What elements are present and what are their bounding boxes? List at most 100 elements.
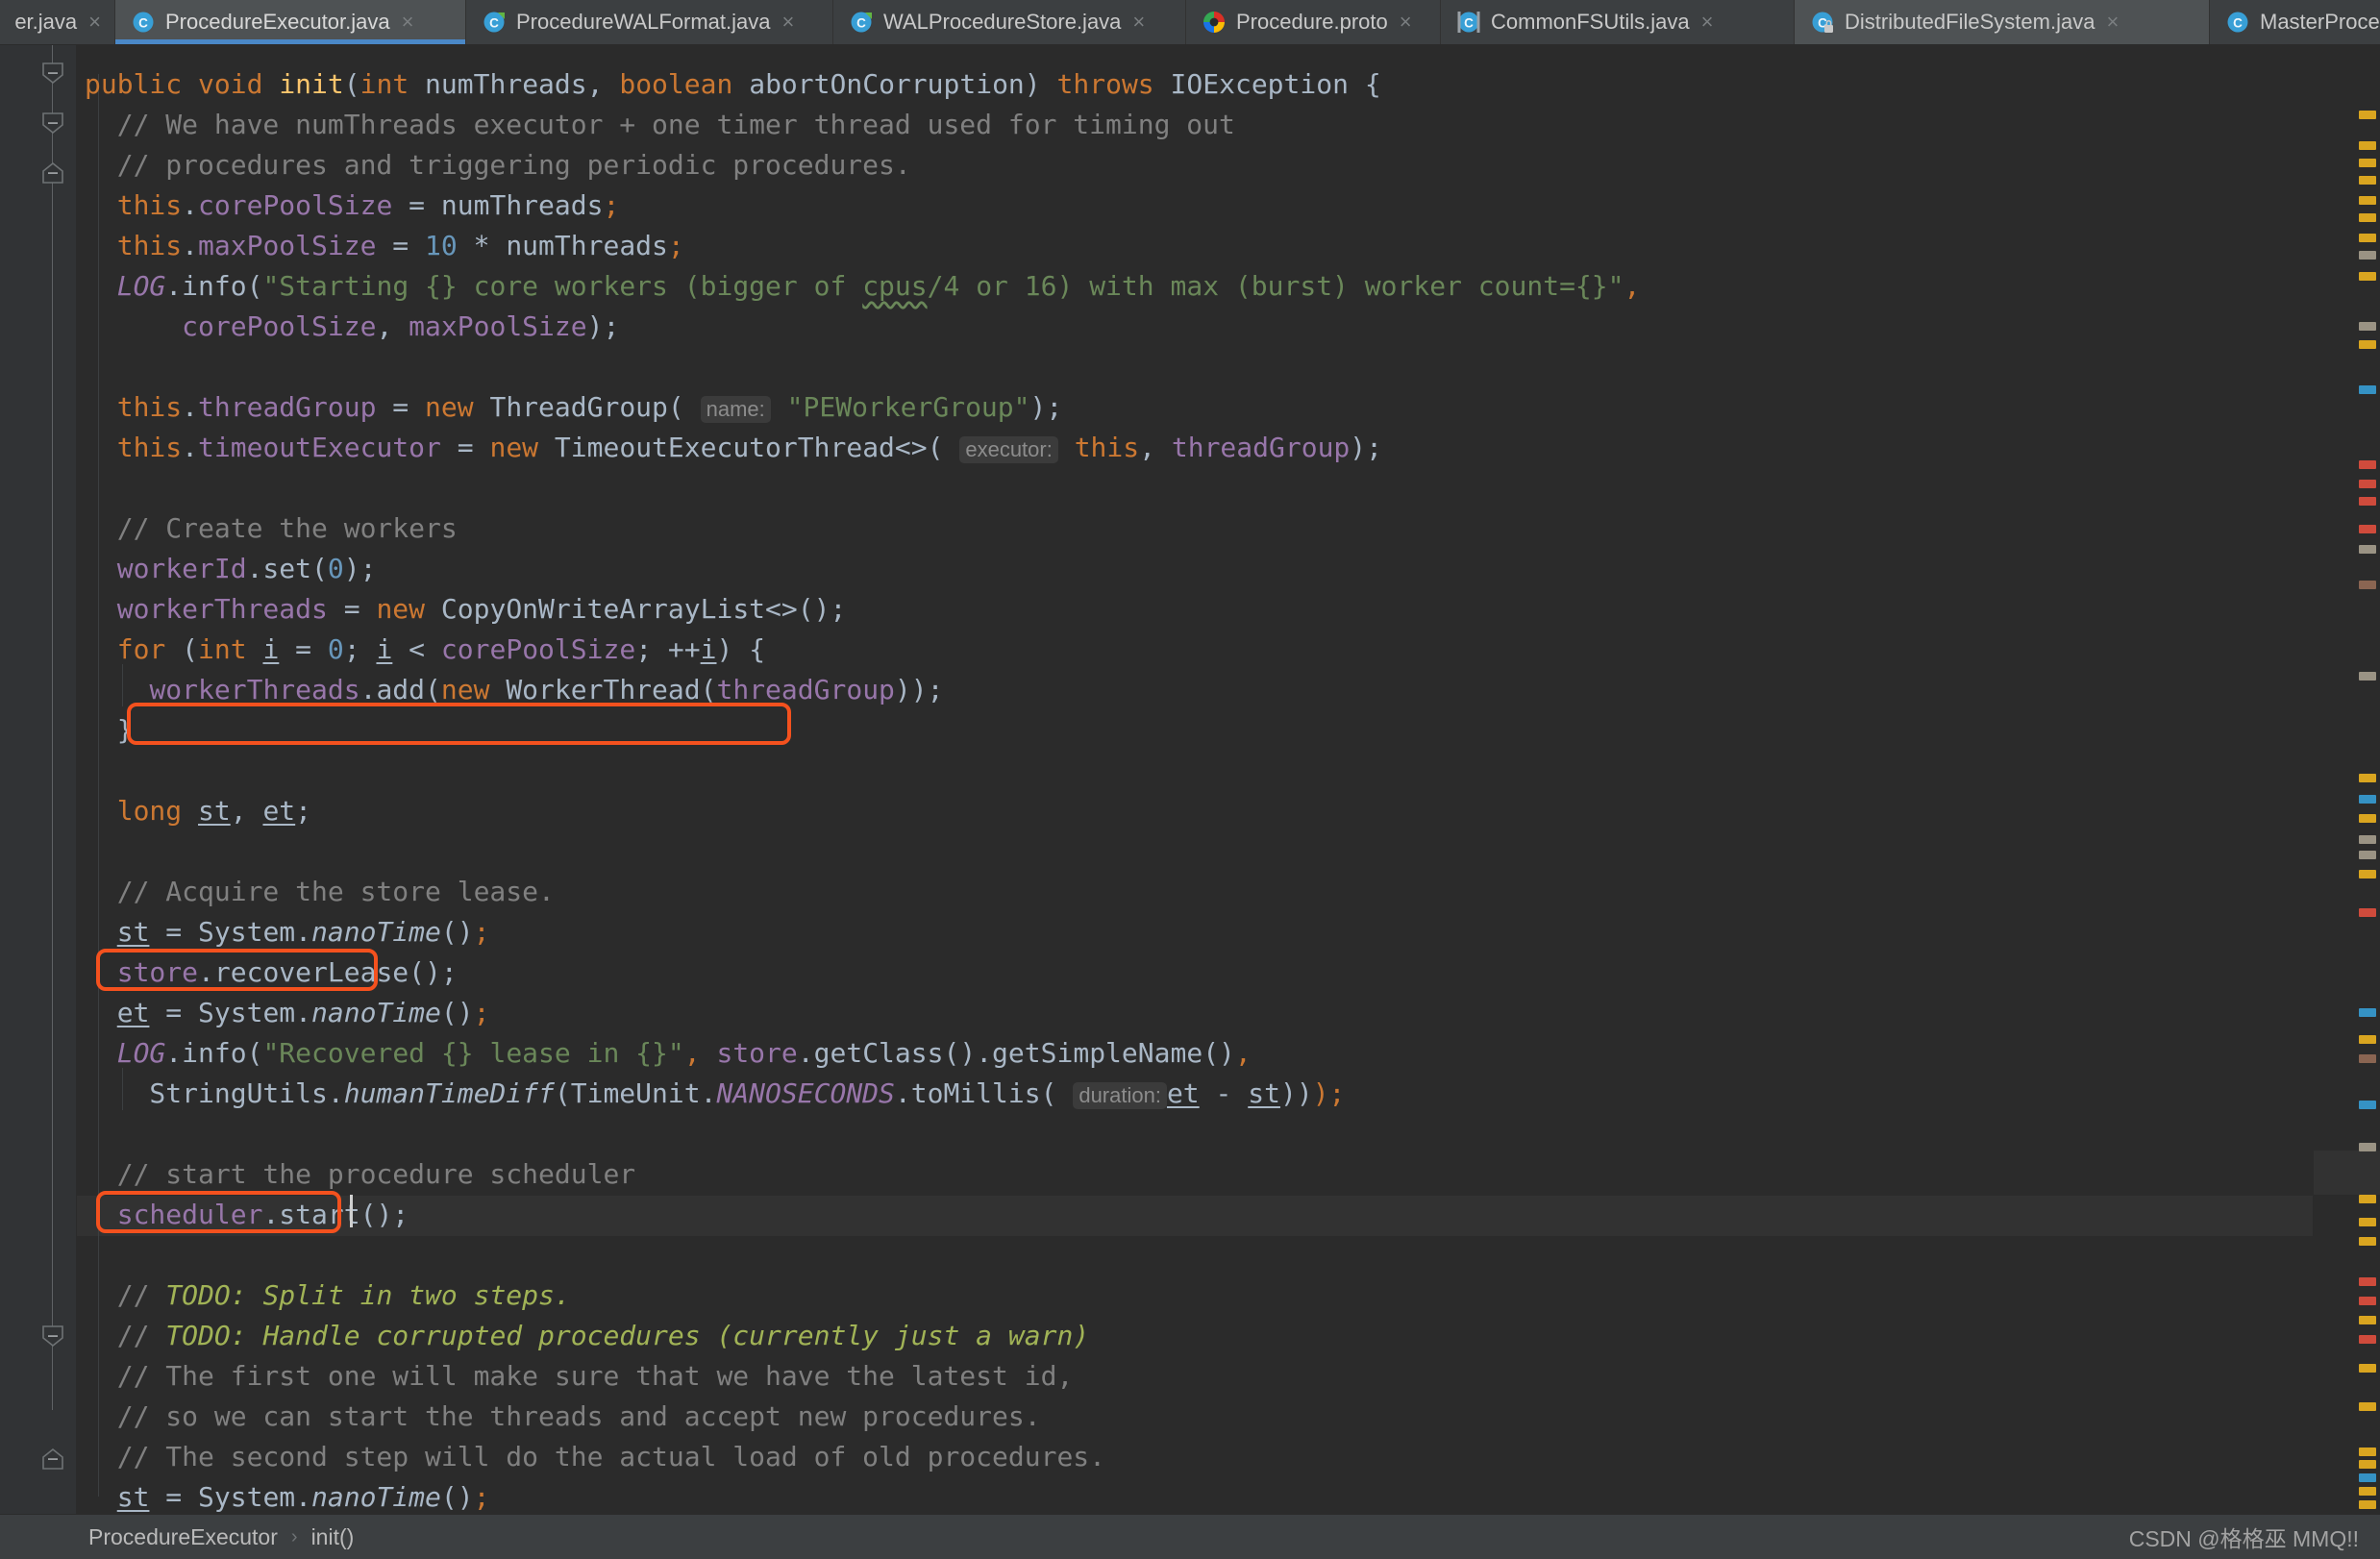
close-icon[interactable]: × bbox=[87, 12, 101, 33]
editor-gutter[interactable] bbox=[0, 45, 77, 1514]
code-line[interactable]: LOG.info("Starting {} core workers (bigg… bbox=[85, 266, 1640, 307]
code-line[interactable]: LOG.info("Recovered {} lease in {}", sto… bbox=[85, 1033, 1252, 1074]
error-stripe-mark[interactable] bbox=[2359, 1035, 2376, 1044]
error-stripe-mark[interactable] bbox=[2359, 581, 2376, 589]
code-line[interactable]: // We have numThreads executor + one tim… bbox=[85, 105, 1235, 145]
editor-tab-commonfsutils-java[interactable]: CCommonFSUtils.java× bbox=[1441, 0, 1795, 44]
error-stripe-mark[interactable] bbox=[2359, 1364, 2376, 1373]
code-line[interactable]: st = System.nanoTime(); bbox=[85, 1477, 489, 1514]
error-stripe-mark[interactable] bbox=[2359, 1054, 2376, 1063]
error-stripe-mark[interactable] bbox=[2359, 1460, 2376, 1469]
editor-tab-procedureexecutor-java[interactable]: CProcedureExecutor.java× bbox=[115, 0, 466, 44]
close-icon[interactable]: × bbox=[400, 12, 414, 33]
code-line[interactable]: workerThreads.add(new WorkerThread(threa… bbox=[85, 670, 944, 710]
close-icon[interactable]: × bbox=[1699, 12, 1714, 33]
close-icon[interactable]: × bbox=[2104, 12, 2119, 33]
error-stripe-mark[interactable] bbox=[2359, 159, 2376, 167]
error-stripe-mark[interactable] bbox=[2359, 795, 2376, 804]
error-stripe-mark[interactable] bbox=[2359, 814, 2376, 823]
code-line[interactable]: long st, et; bbox=[85, 791, 311, 831]
error-stripe-mark[interactable] bbox=[2359, 322, 2376, 331]
code-line[interactable]: public void init(int numThreads, boolean… bbox=[85, 64, 1381, 105]
code-line[interactable]: // The second step will do the actual lo… bbox=[85, 1437, 1105, 1477]
error-stripe-mark[interactable] bbox=[2359, 1008, 2376, 1017]
breadcrumb-item[interactable]: ProcedureExecutor bbox=[88, 1524, 278, 1550]
error-stripe-mark[interactable] bbox=[2359, 213, 2376, 222]
code-line[interactable]: for (int i = 0; i < corePoolSize; ++i) { bbox=[85, 630, 765, 670]
error-stripe-mark[interactable] bbox=[2359, 1195, 2376, 1203]
breadcrumb-item[interactable]: init() bbox=[311, 1524, 355, 1550]
close-icon[interactable]: × bbox=[781, 12, 795, 33]
code-line[interactable]: corePoolSize, maxPoolSize); bbox=[85, 307, 619, 347]
code-fold-up-icon[interactable] bbox=[42, 162, 63, 184]
error-stripe-mark[interactable] bbox=[2359, 497, 2376, 506]
code-fold-down-icon[interactable] bbox=[42, 112, 63, 134]
code-line[interactable]: st = System.nanoTime(); bbox=[85, 912, 489, 953]
error-stripe-mark[interactable] bbox=[2359, 1487, 2376, 1496]
error-stripe-mark[interactable] bbox=[2359, 340, 2376, 349]
error-stripe-mark[interactable] bbox=[2359, 835, 2376, 844]
editor-tab-procedure-proto[interactable]: Procedure.proto× bbox=[1186, 0, 1441, 44]
code-line[interactable]: StringUtils.humanTimeDiff(TimeUnit.NANOS… bbox=[85, 1074, 1345, 1114]
error-stripe-mark[interactable] bbox=[2359, 525, 2376, 533]
error-stripe-scrollbar[interactable] bbox=[2313, 45, 2380, 1514]
error-stripe-mark[interactable] bbox=[2359, 1277, 2376, 1286]
error-stripe-mark[interactable] bbox=[2359, 1335, 2376, 1344]
error-stripe-mark[interactable] bbox=[2359, 272, 2376, 281]
error-stripe-mark[interactable] bbox=[2359, 908, 2376, 917]
code-line[interactable]: scheduler.start(); bbox=[85, 1195, 409, 1235]
editor-tab-er-java[interactable]: er.java× bbox=[0, 0, 115, 44]
code-line[interactable]: // The first one will make sure that we … bbox=[85, 1356, 1073, 1397]
code-line[interactable]: } bbox=[85, 710, 134, 751]
error-stripe-mark[interactable] bbox=[2359, 111, 2376, 119]
code-line[interactable]: workerThreads = new CopyOnWriteArrayList… bbox=[85, 589, 846, 630]
code-line[interactable]: this.corePoolSize = numThreads; bbox=[85, 186, 619, 226]
error-stripe-mark[interactable] bbox=[2359, 460, 2376, 469]
error-stripe-mark[interactable] bbox=[2359, 774, 2376, 782]
code-fold-down-icon[interactable] bbox=[42, 62, 63, 84]
code-line[interactable]: this.timeoutExecutor = new TimeoutExecut… bbox=[85, 428, 1382, 468]
editor-tab-distributedfilesystem-java[interactable]: CDistributedFileSystem.java× bbox=[1795, 0, 2210, 44]
error-stripe-mark[interactable] bbox=[2359, 851, 2376, 859]
code-fold-down-icon[interactable] bbox=[42, 1325, 63, 1347]
error-stripe-mark[interactable] bbox=[2359, 672, 2376, 681]
editor-tab-procedurewalformat-java[interactable]: CProcedureWALFormat.java× bbox=[466, 0, 833, 44]
error-stripe-mark[interactable] bbox=[2359, 1473, 2376, 1482]
error-stripe-mark[interactable] bbox=[2359, 176, 2376, 185]
code-line[interactable]: this.maxPoolSize = 10 * numThreads; bbox=[85, 226, 684, 266]
error-stripe-mark[interactable] bbox=[2359, 1316, 2376, 1324]
error-stripe-mark[interactable] bbox=[2359, 1448, 2376, 1456]
code-line[interactable]: // Acquire the store lease. bbox=[85, 872, 555, 912]
error-stripe-mark[interactable] bbox=[2359, 1143, 2376, 1151]
code-line[interactable]: this.threadGroup = new ThreadGroup( name… bbox=[85, 387, 1062, 428]
code-line[interactable]: // start the procedure scheduler bbox=[85, 1154, 635, 1195]
error-stripe-mark[interactable] bbox=[2359, 1218, 2376, 1226]
editor-tab-masterprocedureenv-java[interactable]: CMasterProcedureEnv.java× bbox=[2210, 0, 2380, 44]
error-stripe-mark[interactable] bbox=[2359, 870, 2376, 878]
error-stripe-mark[interactable] bbox=[2359, 234, 2376, 242]
code-line[interactable]: // procedures and triggering periodic pr… bbox=[85, 145, 911, 186]
code-fold-up-icon[interactable] bbox=[42, 1448, 63, 1470]
code-line[interactable]: // Create the workers bbox=[85, 508, 458, 549]
error-stripe-mark[interactable] bbox=[2359, 196, 2376, 205]
error-stripe-mark[interactable] bbox=[2359, 1297, 2376, 1305]
editor-tab-bar[interactable]: er.java×CProcedureExecutor.java×CProcedu… bbox=[0, 0, 2380, 45]
error-stripe-mark[interactable] bbox=[2359, 251, 2376, 260]
error-stripe-mark[interactable] bbox=[2359, 545, 2376, 554]
close-icon[interactable]: × bbox=[1130, 12, 1145, 33]
code-line[interactable]: et = System.nanoTime(); bbox=[85, 993, 489, 1033]
error-stripe-mark[interactable] bbox=[2359, 141, 2376, 150]
error-stripe-mark[interactable] bbox=[2359, 1402, 2376, 1411]
code-line[interactable]: // so we can start the threads and accep… bbox=[85, 1397, 1041, 1437]
editor-tab-walprocedurestore-java[interactable]: CWALProcedureStore.java× bbox=[833, 0, 1186, 44]
breadcrumb[interactable]: ProcedureExecutor›init() bbox=[88, 1524, 354, 1550]
error-stripe-mark[interactable] bbox=[2359, 1237, 2376, 1246]
error-stripe-mark[interactable] bbox=[2359, 1500, 2376, 1509]
error-stripe-mark[interactable] bbox=[2359, 480, 2376, 488]
code-line[interactable]: // TODO: Handle corrupted procedures (cu… bbox=[85, 1316, 1089, 1356]
code-line[interactable]: // TODO: Split in two steps. bbox=[85, 1275, 571, 1316]
code-editor[interactable]: public void init(int numThreads, boolean… bbox=[77, 45, 2313, 1514]
close-icon[interactable]: × bbox=[1398, 12, 1412, 33]
error-stripe-mark[interactable] bbox=[2359, 1101, 2376, 1109]
code-line[interactable]: workerId.set(0); bbox=[85, 549, 376, 589]
